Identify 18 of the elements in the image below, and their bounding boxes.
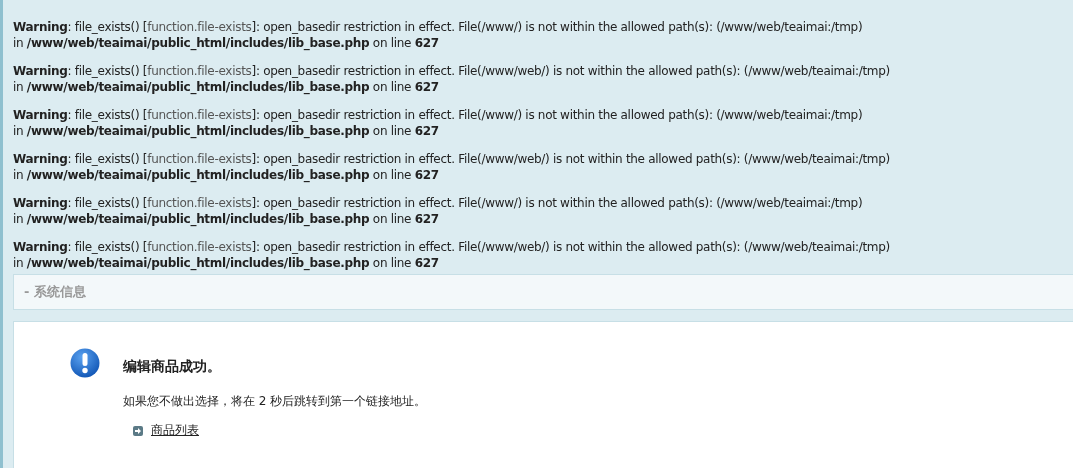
redirect-notice: 如果您不做出选择，将在 2 秒后跳转到第一个链接地址。 [123, 393, 427, 410]
warning-message: Warning: file_exists() [function.file-exists]: open_basedir restriction in effect. File(/www/) is not within the allowed path(s): (/www/web/teaimai:/tmp) in /www/web/teaimai/public_html/includes/lib_base.php on line 627 [13, 107, 864, 139]
warning-message: Warning: file_exists() [function.file-exists]: open_basedir restriction in effect. File(/www/web/) is not within the allowed path(s): (/www/web/teaimai:/tmp) in /www/web/teaimai/public_html/includes/lib_base.php on line 627 [13, 151, 891, 183]
function-link[interactable]: function.file-exists [147, 196, 252, 210]
function-link[interactable]: function.file-exists [147, 108, 252, 122]
exclamation-icon [70, 348, 100, 378]
warning-message: Warning: file_exists() [function.file-exists]: open_basedir restriction in effect. File(/www/web/) is not within the allowed path(s): (/www/web/teaimai:/tmp) in /www/web/teaimai/public_html/includes/lib_base.php on line 627 [13, 239, 891, 271]
function-link[interactable]: function.file-exists [147, 152, 252, 166]
arrow-icon [133, 425, 143, 436]
warning-message: Warning: file_exists() [function.file-exists]: open_basedir restriction in effect. File(/www/) is not within the allowed path(s): (/www/web/teaimai:/tmp) in /www/web/teaimai/public_html/includes/lib_base.php on line 627 [13, 195, 864, 227]
warning-message: Warning: file_exists() [function.file-exists]: open_basedir restriction in effect. File(/www/web/) is not within the allowed path(s): (/www/web/teaimai:/tmp) in /www/web/teaimai/public_html/includes/lib_base.php on line 627 [13, 63, 891, 95]
function-link[interactable]: function.file-exists [147, 64, 252, 78]
function-link[interactable]: function.file-exists [147, 240, 252, 254]
panel-title: - 系统信息 [24, 283, 86, 301]
message-title: 编辑商品成功。 [123, 358, 222, 376]
product-list-link[interactable]: 商品列表 [151, 422, 199, 439]
function-link[interactable]: function.file-exists [147, 20, 252, 34]
warning-message: Warning: file_exists() [function.file-exists]: open_basedir restriction in effect. File(/www/) is not within the allowed path(s): (/www/web/teaimai:/tmp) in /www/web/teaimai/public_html/includes/lib_base.php on line 627 [13, 19, 864, 51]
